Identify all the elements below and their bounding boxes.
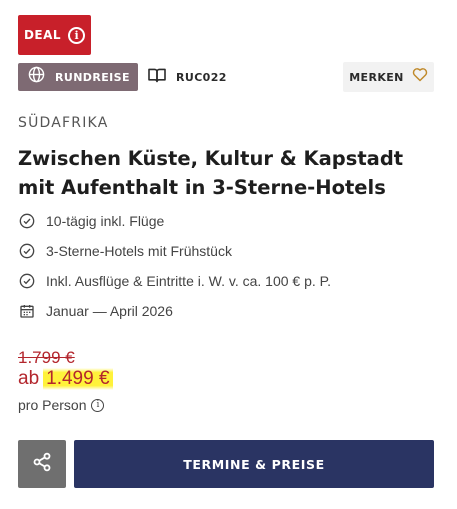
feature-text: Inkl. Ausflüge & Eintritte i. W. v. ca. … [46,273,332,289]
share-button[interactable] [18,440,66,488]
old-price: 1.799 € [18,348,75,367]
feature-item: Inkl. Ausflüge & Eintritte i. W. v. ca. … [18,266,331,296]
calendar-icon [18,303,35,320]
heart-icon [412,67,428,87]
region-label: SÜDAFRIKA [18,115,109,131]
check-circle-icon [18,243,35,260]
feature-item: Januar — April 2026 [18,296,331,326]
trip-type-badge: RUNDREISE [18,63,138,91]
feature-text: 3-Sterne-Hotels mit Frühstück [46,243,232,259]
price-per-person: pro Person i [18,397,105,413]
travel-period-text: Januar — April 2026 [46,303,173,319]
info-icon[interactable]: i [68,26,86,44]
info-icon[interactable]: i [91,398,105,412]
check-circle-icon [18,213,35,230]
feature-list: 10-tägig inkl. Flüge 3-Sterne-Hotels mit… [18,206,331,326]
price-amount: 1.499 € [43,368,113,390]
trip-code-label: RUC022 [176,70,227,84]
feature-text: 10-tägig inkl. Flüge [46,213,165,229]
check-circle-icon [18,273,35,290]
per-person-label: pro Person [18,397,87,413]
globe-icon [28,66,45,88]
trip-type-label: RUNDREISE [55,70,130,84]
save-to-wishlist-button[interactable]: MERKEN [343,62,434,92]
feature-item: 3-Sterne-Hotels mit Frühstück [18,236,331,266]
share-icon [32,452,52,477]
save-label: MERKEN [349,70,404,84]
deal-badge[interactable]: DEAL i [18,15,91,55]
feature-item: 10-tägig inkl. Flüge [18,206,331,236]
deal-label: DEAL [23,28,62,42]
current-price: ab 1.499 € [18,368,113,390]
catalog-book-icon [147,67,167,88]
offer-title[interactable]: Zwischen Küste, Kultur & Kapstadt mit Au… [18,144,438,202]
cta-label: TERMINE & PREISE [183,456,325,472]
trip-code: RUC022 [147,63,227,91]
price-prefix: ab [18,368,40,389]
dates-and-prices-button[interactable]: TERMINE & PREISE [74,440,434,488]
